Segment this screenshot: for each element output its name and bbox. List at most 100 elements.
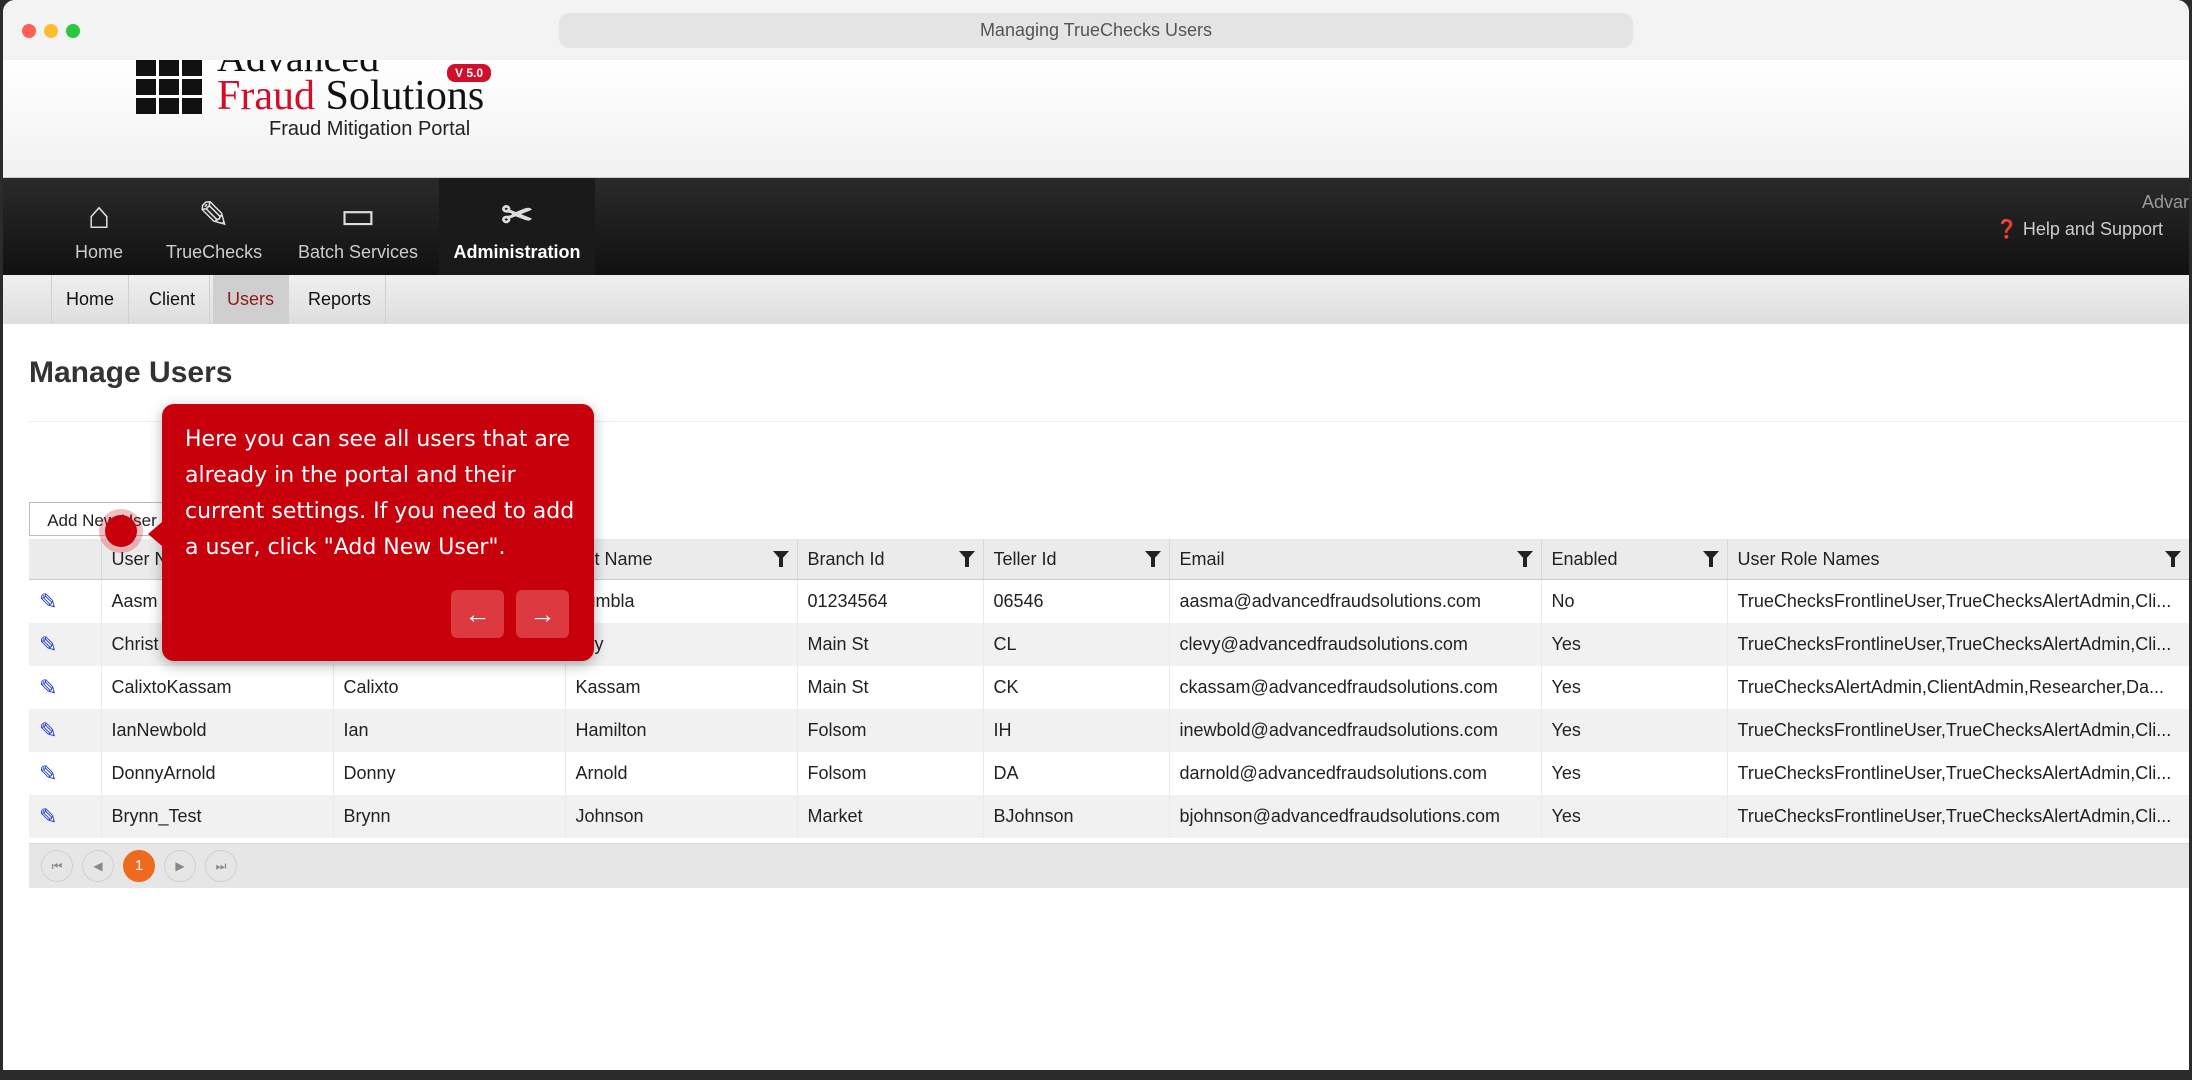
last-name-cell: Kassam xyxy=(565,666,798,709)
teller-id-cell: 06546 xyxy=(983,579,1170,623)
enabled-cell: Yes xyxy=(1541,709,1728,752)
nav-truechecks-label: TrueChecks xyxy=(165,242,263,262)
col-header-last-name[interactable]: ast Name xyxy=(565,539,798,580)
user-name-cell: IanNewbold xyxy=(101,709,334,752)
teller-id-cell: DA xyxy=(983,752,1170,795)
enabled-cell: No xyxy=(1541,579,1728,623)
window-bottom-edge xyxy=(0,1070,2192,1080)
maximize-window-button[interactable] xyxy=(66,24,80,38)
subnav-reports[interactable]: Reports xyxy=(294,275,387,324)
logo-fraud-solutions-text: Fraud Solutions xyxy=(217,72,484,120)
col-header-teller-id[interactable]: Teller Id xyxy=(983,539,1170,580)
col-header-branch-id-label: Branch Id xyxy=(807,548,885,569)
filter-icon[interactable] xyxy=(1702,551,1719,567)
tooltip-next-button[interactable]: → xyxy=(516,590,569,638)
table-row[interactable]: ✎ Brynn_Test Brynn Johnson Market BJohns… xyxy=(29,795,2189,838)
filter-icon[interactable] xyxy=(1144,551,1161,567)
nav-administration[interactable]: ✂ Administration xyxy=(439,178,595,275)
col-header-email[interactable]: Email xyxy=(1169,539,1542,580)
home-icon: ⌂ xyxy=(87,195,111,237)
filter-icon[interactable] xyxy=(958,551,975,567)
email-cell: ckassam@advancedfraudsolutions.com xyxy=(1169,666,1542,709)
subnav-client[interactable]: Client xyxy=(135,275,211,324)
pencil-edit-icon[interactable]: ✎ xyxy=(39,675,57,700)
branch-id-cell: Folsom xyxy=(797,709,984,752)
teller-id-cell: BJohnson xyxy=(983,795,1170,838)
user-role-names-cell: TrueChecksFrontlineUser,TrueChecksAlertA… xyxy=(1727,795,2189,838)
email-cell: bjohnson@advancedfraudsolutions.com xyxy=(1169,795,1542,838)
filter-icon[interactable] xyxy=(772,551,789,567)
pencil-edit-icon[interactable]: ✎ xyxy=(39,804,57,829)
browser-window: Managing TrueChecks Users Advanced Fraud… xyxy=(3,0,2189,1070)
last-name-cell: Arnold xyxy=(565,752,798,795)
pencil-edit-icon[interactable]: ✎ xyxy=(39,632,57,657)
first-name-cell: Brynn xyxy=(333,795,566,838)
first-page-icon[interactable]: ⏮ xyxy=(41,850,73,882)
main-nav: ⌂ Home ✎ TrueChecks ▭ Batch Services ✂ A… xyxy=(3,178,2189,275)
col-header-enabled-label: Enabled xyxy=(1551,548,1618,569)
edit-cell[interactable]: ✎ xyxy=(29,709,102,752)
user-name-cell: DonnyArnold xyxy=(101,752,334,795)
edit-cell[interactable]: ✎ xyxy=(29,795,102,838)
grid-pager: ⏮ ◀ 1 ▶ ⏭ xyxy=(29,843,2189,888)
user-name-cell: CalixtoKassam xyxy=(101,666,334,709)
email-cell: clevy@advancedfraudsolutions.com xyxy=(1169,623,1542,666)
guide-tooltip: Here you can see all users that are alre… xyxy=(148,404,594,661)
user-name-cell: Brynn_Test xyxy=(101,795,334,838)
first-name-cell: Ian xyxy=(333,709,566,752)
last-name-cell: Hamilton xyxy=(565,709,798,752)
col-header-user-role-names[interactable]: User Role Names xyxy=(1727,539,2189,580)
help-support-label: Help and Support xyxy=(2022,219,2163,239)
col-header-branch-id[interactable]: Branch Id xyxy=(797,539,984,580)
teller-id-cell: IH xyxy=(983,709,1170,752)
tour-hotspot-icon[interactable] xyxy=(105,515,137,547)
edit-cell[interactable]: ✎ xyxy=(29,666,102,709)
email-cell: darnold@advancedfraudsolutions.com xyxy=(1169,752,1542,795)
table-row[interactable]: ✎ DonnyArnold Donny Arnold Folsom DA dar… xyxy=(29,752,2189,795)
next-page-icon[interactable]: ▶ xyxy=(164,850,196,882)
branch-id-cell: Main St xyxy=(797,623,984,666)
sub-nav: Home Client Users Reports xyxy=(3,275,2189,324)
edit-cell[interactable]: ✎ xyxy=(29,752,102,795)
edit-cell[interactable]: ✎ xyxy=(29,579,102,623)
prev-page-icon[interactable]: ◀ xyxy=(82,850,114,882)
col-header-enabled[interactable]: Enabled xyxy=(1541,539,1728,580)
minimize-window-button[interactable] xyxy=(44,24,58,38)
logo-grid-icon xyxy=(136,60,202,114)
table-row[interactable]: ✎ CalixtoKassam Calixto Kassam Main St C… xyxy=(29,666,2189,709)
pencil-edit-icon[interactable]: ✎ xyxy=(39,718,57,743)
afs-logo[interactable]: Advanced Fraud Solutions Fraud Mitigatio… xyxy=(133,60,513,177)
nav-batch-services[interactable]: ▭ Batch Services xyxy=(291,178,425,275)
account-name[interactable]: Advar xyxy=(2142,192,2189,213)
user-role-names-cell: TrueChecksAlertAdmin,ClientAdmin,Researc… xyxy=(1727,666,2189,709)
tooltip-prev-button[interactable]: ← xyxy=(451,590,504,638)
email-cell: inewbold@advancedfraudsolutions.com xyxy=(1169,709,1542,752)
last-page-icon[interactable]: ⏭ xyxy=(205,850,237,882)
pencil-edit-icon[interactable]: ✎ xyxy=(39,589,57,614)
nav-truechecks[interactable]: ✎ TrueChecks xyxy=(155,178,273,275)
subnav-users[interactable]: Users xyxy=(213,275,290,324)
user-role-names-cell: TrueChecksFrontlineUser,TrueChecksAlertA… xyxy=(1727,752,2189,795)
branch-id-cell: Folsom xyxy=(797,752,984,795)
table-row[interactable]: ✎ IanNewbold Ian Hamilton Folsom IH inew… xyxy=(29,709,2189,752)
filter-icon[interactable] xyxy=(2164,551,2181,567)
nav-home[interactable]: ⌂ Home xyxy=(51,178,147,275)
title-bar: Managing TrueChecks Users xyxy=(3,0,2189,61)
help-support-link[interactable]: ❓ Help and Support xyxy=(1995,219,2163,240)
subnav-home[interactable]: Home xyxy=(51,275,130,324)
col-header-edit xyxy=(29,539,102,580)
pencil-edit-icon[interactable]: ✎ xyxy=(39,761,57,786)
edit-cell[interactable]: ✎ xyxy=(29,623,102,666)
current-page-button[interactable]: 1 xyxy=(123,850,155,882)
logo-fraud-word: Fraud xyxy=(217,73,315,119)
email-cell: aasma@advancedfraudsolutions.com xyxy=(1169,579,1542,623)
address-bar[interactable]: Managing TrueChecks Users xyxy=(559,13,1633,48)
nav-home-label: Home xyxy=(74,242,123,262)
user-role-names-cell: TrueChecksFrontlineUser,TrueChecksAlertA… xyxy=(1727,709,2189,752)
logo-subtitle: Fraud Mitigation Portal xyxy=(269,118,471,140)
last-name-cell: Johnson xyxy=(565,795,798,838)
user-role-names-cell: TrueChecksFrontlineUser,TrueChecksAlertA… xyxy=(1727,623,2189,666)
close-window-button[interactable] xyxy=(22,24,36,38)
filter-icon[interactable] xyxy=(1516,551,1533,567)
enabled-cell: Yes xyxy=(1541,623,1728,666)
